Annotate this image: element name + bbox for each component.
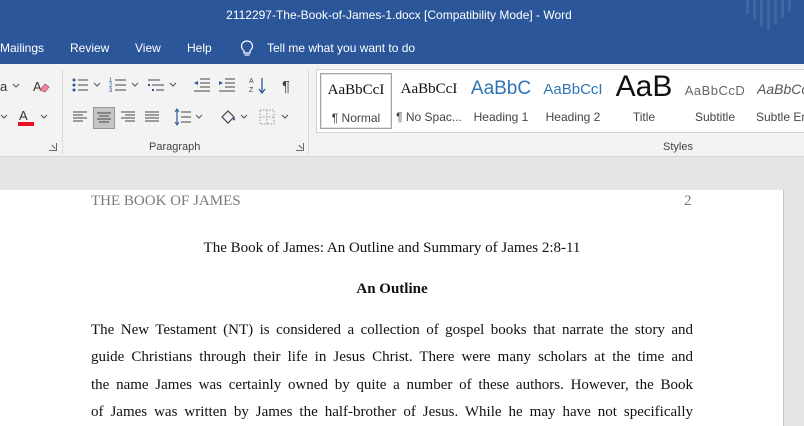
svg-text:A: A [249, 78, 254, 85]
style-sample: AaBbCcI [543, 81, 603, 98]
paragraph-group-label: Paragraph [149, 141, 201, 153]
align-right-icon[interactable] [118, 107, 138, 127]
title-bar-pattern [767, 0, 770, 30]
lightbulb-icon[interactable] [240, 40, 254, 57]
style-subtitle[interactable]: AaBbCcD Subtitle [679, 73, 751, 129]
style-name: Heading 2 [545, 110, 601, 124]
numbering-icon[interactable]: 1 2 3 [108, 75, 128, 95]
bullets-icon[interactable] [70, 75, 90, 95]
chevron-down-icon[interactable] [0, 114, 8, 120]
font-color-icon[interactable]: A [16, 107, 36, 127]
style-no-spacing[interactable]: AaBbCcI ¶ No Spac... [393, 73, 465, 129]
title-bar: 2112297-The-Book-of-James-1.docx [Compat… [0, 0, 804, 34]
style-name: Subtle Em... [756, 110, 804, 124]
change-case-icon[interactable]: a [0, 76, 12, 96]
increase-indent-icon[interactable] [217, 75, 237, 95]
group-separator [308, 70, 309, 154]
tell-me-search[interactable]: Tell me what you want to do [267, 41, 415, 55]
style-name: Title [632, 110, 656, 124]
style-normal[interactable]: AaBbCcI ¶ Normal [320, 73, 392, 129]
group-separator [62, 70, 63, 154]
style-sample: AaBbC [470, 78, 532, 99]
body-text-line: the name James was certainly owned by qu… [91, 377, 693, 393]
sort-icon[interactable]: A Z [248, 75, 268, 95]
style-name: Subtitle [694, 110, 736, 124]
style-title[interactable]: AaB Title [608, 70, 680, 129]
tab-view[interactable]: View [135, 41, 161, 55]
ribbon: a A A 1 2 3 A Z ¶ Paragraph AaBbCcI ¶ No… [0, 64, 804, 157]
style-sample: AaBbCcI [400, 81, 458, 97]
style-heading-2[interactable]: AaBbCcI Heading 2 [537, 73, 609, 129]
style-sample: AaBbCcD [684, 83, 746, 98]
justify-icon[interactable] [142, 107, 162, 127]
svg-text:3: 3 [109, 88, 113, 94]
chevron-down-icon[interactable] [131, 82, 139, 88]
style-name: ¶ No Spac... [396, 110, 462, 124]
style-subtle-emphasis[interactable]: AaBbCcI Subtle Em... [751, 73, 804, 129]
title-bar-pattern [760, 0, 763, 26]
title-bar-pattern [746, 0, 749, 14]
align-left-icon[interactable] [70, 107, 90, 127]
paragraph-dialog-launcher[interactable] [296, 143, 304, 151]
chevron-down-icon[interactable] [281, 114, 289, 120]
body-text-line: guide Christians through their life in J… [91, 349, 693, 365]
section-heading: An Outline [356, 281, 428, 297]
svg-text:¶: ¶ [282, 78, 290, 95]
svg-text:A: A [33, 79, 42, 94]
title-bar-pattern [781, 0, 784, 18]
borders-icon[interactable] [257, 107, 277, 127]
styles-gallery: AaBbCcI ¶ Normal AaBbCcI ¶ No Spac... Aa… [316, 69, 804, 133]
body-text-line: of James was written by James the half-b… [91, 404, 693, 420]
svg-text:a: a [0, 79, 8, 94]
chevron-down-icon[interactable] [169, 82, 177, 88]
chevron-down-icon[interactable] [12, 83, 20, 89]
title-bar-pattern [788, 0, 791, 12]
svg-text:A: A [19, 108, 28, 123]
tab-mailings[interactable]: Mailings [0, 41, 44, 55]
style-sample: AaBbCcI [327, 82, 385, 98]
multilevel-list-icon[interactable] [146, 75, 166, 95]
tab-review[interactable]: Review [70, 41, 109, 55]
document-page[interactable]: THE BOOK OF JAMES 2 The Book of James: A… [0, 190, 784, 426]
window-title-text: 2112297-The-Book-of-James-1.docx [Compat… [226, 8, 572, 22]
chevron-down-icon[interactable] [93, 82, 101, 88]
body-text-line: The New Testament (NT) is considered a c… [91, 322, 693, 338]
style-name: ¶ Normal [331, 111, 381, 125]
clear-formatting-icon[interactable]: A [31, 76, 51, 96]
style-sample: AaB [615, 70, 673, 103]
ribbon-tab-bar: Mailings Review View Help Tell me what y… [0, 34, 804, 64]
title-bar-pattern [774, 0, 777, 24]
document-canvas: THE BOOK OF JAMES 2 The Book of James: A… [0, 157, 804, 426]
line-spacing-icon[interactable] [173, 107, 193, 127]
running-head: THE BOOK OF JAMES [91, 193, 241, 209]
chevron-down-icon[interactable] [40, 114, 48, 120]
font-dialog-launcher[interactable] [49, 143, 57, 151]
style-sample: AaBbCcI [757, 81, 804, 97]
show-formatting-marks-icon[interactable]: ¶ [278, 75, 298, 95]
chevron-down-icon[interactable] [195, 114, 203, 120]
tab-help[interactable]: Help [187, 41, 212, 55]
styles-group-label: Styles [663, 141, 693, 153]
page-number: 2 [684, 193, 692, 209]
align-center-icon[interactable] [93, 107, 115, 129]
chevron-down-icon[interactable] [240, 114, 248, 120]
style-heading-1[interactable]: AaBbC Heading 1 [465, 73, 537, 129]
svg-text:Z: Z [249, 87, 254, 94]
shading-icon[interactable] [218, 107, 238, 127]
style-name: Heading 1 [473, 110, 529, 124]
decrease-indent-icon[interactable] [192, 75, 212, 95]
window-title: 2112297-The-Book-of-James-1.docx [Compat… [0, 8, 804, 22]
document-title: The Book of James: An Outline and Summar… [203, 240, 581, 256]
title-bar-pattern [753, 0, 756, 20]
